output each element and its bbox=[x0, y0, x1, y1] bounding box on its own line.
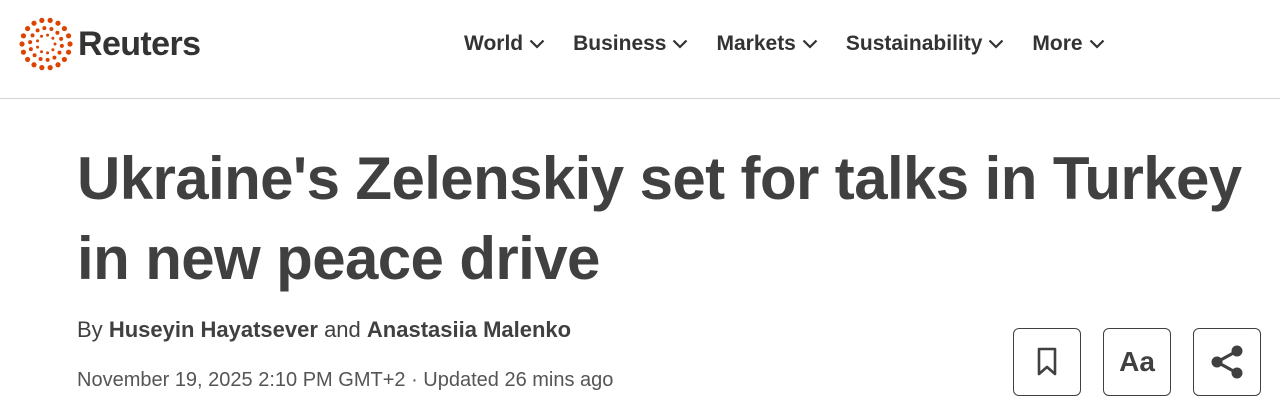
logo-dot bbox=[25, 56, 31, 63]
logo-dot bbox=[65, 49, 72, 55]
logo-dot bbox=[61, 25, 67, 32]
nav-item-label: Markets bbox=[716, 32, 796, 55]
logo-dot bbox=[32, 53, 37, 58]
main-nav: World Business Markets Sustainability Mo… bbox=[464, 28, 1105, 60]
byline: By Huseyin Hayatsever and Anastasiia Mal… bbox=[77, 317, 571, 343]
date-separator: · bbox=[411, 369, 418, 391]
updated-time: Updated 26 mins ago bbox=[423, 369, 614, 391]
author-link[interactable]: Huseyin Hayatsever bbox=[109, 317, 318, 342]
logo-dot bbox=[28, 47, 33, 52]
logo-dot bbox=[55, 30, 60, 35]
logo-dot bbox=[28, 40, 33, 45]
nav-item-world[interactable]: World bbox=[464, 28, 545, 60]
logo-dot bbox=[45, 57, 50, 62]
byline-conjunction: and bbox=[324, 317, 361, 342]
byline-prefix: By bbox=[77, 317, 103, 342]
text-size-button[interactable]: Aa bbox=[1103, 328, 1171, 396]
logo-dot bbox=[40, 50, 43, 54]
logo-dot bbox=[30, 33, 35, 38]
logo-dot bbox=[20, 49, 27, 55]
share-icon bbox=[1211, 345, 1243, 379]
chevron-down-icon bbox=[529, 39, 545, 49]
bookmark-icon bbox=[1037, 347, 1057, 376]
article-main: Ukraine's Zelenskiy set for talks in Tur… bbox=[0, 99, 1280, 414]
site-header: Reuters World Business Markets Sustainab… bbox=[0, 0, 1280, 99]
logo-dot bbox=[55, 62, 61, 68]
reuters-logo-mark bbox=[19, 17, 73, 71]
logo-dot bbox=[31, 20, 37, 26]
nav-item-label: Business bbox=[573, 32, 667, 55]
author-link[interactable]: Anastasiia Malenko bbox=[367, 317, 571, 342]
logo-dot bbox=[59, 43, 64, 48]
logo-dot bbox=[47, 65, 53, 71]
logo-dot bbox=[38, 57, 43, 62]
nav-item-markets[interactable]: Markets bbox=[716, 28, 818, 60]
logo-dot bbox=[46, 51, 50, 55]
logo-dot bbox=[51, 36, 55, 40]
nav-item-sustainability[interactable]: Sustainability bbox=[846, 28, 1005, 60]
chevron-down-icon bbox=[802, 39, 818, 49]
reuters-logo[interactable]: Reuters bbox=[18, 16, 201, 72]
article-headline: Ukraine's Zelenskiy set for talks in Tur… bbox=[77, 145, 1242, 292]
nav-item-more[interactable]: More bbox=[1032, 28, 1104, 60]
publish-date: November 19, 2025 2:10 PM GMT+2 bbox=[77, 369, 406, 391]
logo-dot bbox=[51, 48, 55, 52]
logo-dot bbox=[57, 50, 62, 55]
chevron-down-icon bbox=[673, 39, 688, 49]
logo-dot bbox=[39, 17, 45, 23]
nav-item-label: World bbox=[464, 32, 524, 55]
logo-dot bbox=[36, 39, 40, 43]
logo-dot bbox=[53, 42, 57, 46]
article-tools: Aa bbox=[1013, 328, 1261, 396]
chevron-down-icon bbox=[1089, 39, 1104, 49]
logo-dot bbox=[46, 33, 50, 37]
logo-dot bbox=[61, 56, 67, 63]
logo-dot bbox=[20, 33, 27, 39]
logo-dot bbox=[47, 17, 53, 23]
share-button[interactable] bbox=[1193, 328, 1261, 396]
logo-dot bbox=[67, 41, 73, 47]
logo-dot bbox=[42, 26, 47, 31]
logo-dot bbox=[40, 34, 43, 38]
logo-dot bbox=[31, 62, 37, 68]
chevron-down-icon bbox=[989, 39, 1004, 49]
bookmark-button[interactable] bbox=[1013, 328, 1081, 396]
nav-item-label: More bbox=[1032, 32, 1083, 55]
logo-text: Reuters bbox=[78, 24, 201, 63]
logo-dot bbox=[35, 28, 40, 33]
dateline: November 19, 2025 2:10 PM GMT+2 · Update… bbox=[77, 369, 613, 392]
logo-dot bbox=[39, 65, 45, 71]
logo-dot bbox=[65, 33, 72, 39]
logo-dot bbox=[25, 25, 31, 32]
nav-item-business[interactable]: Business bbox=[573, 28, 688, 60]
nav-item-label: Sustainability bbox=[845, 32, 983, 55]
logo-dot bbox=[19, 41, 25, 47]
logo-dot bbox=[36, 45, 40, 49]
logo-dot bbox=[59, 36, 64, 41]
logo-dot bbox=[49, 26, 54, 31]
text-size-label: Aa bbox=[1119, 346, 1155, 377]
logo-dot bbox=[55, 20, 61, 26]
logo-dot bbox=[52, 55, 57, 60]
